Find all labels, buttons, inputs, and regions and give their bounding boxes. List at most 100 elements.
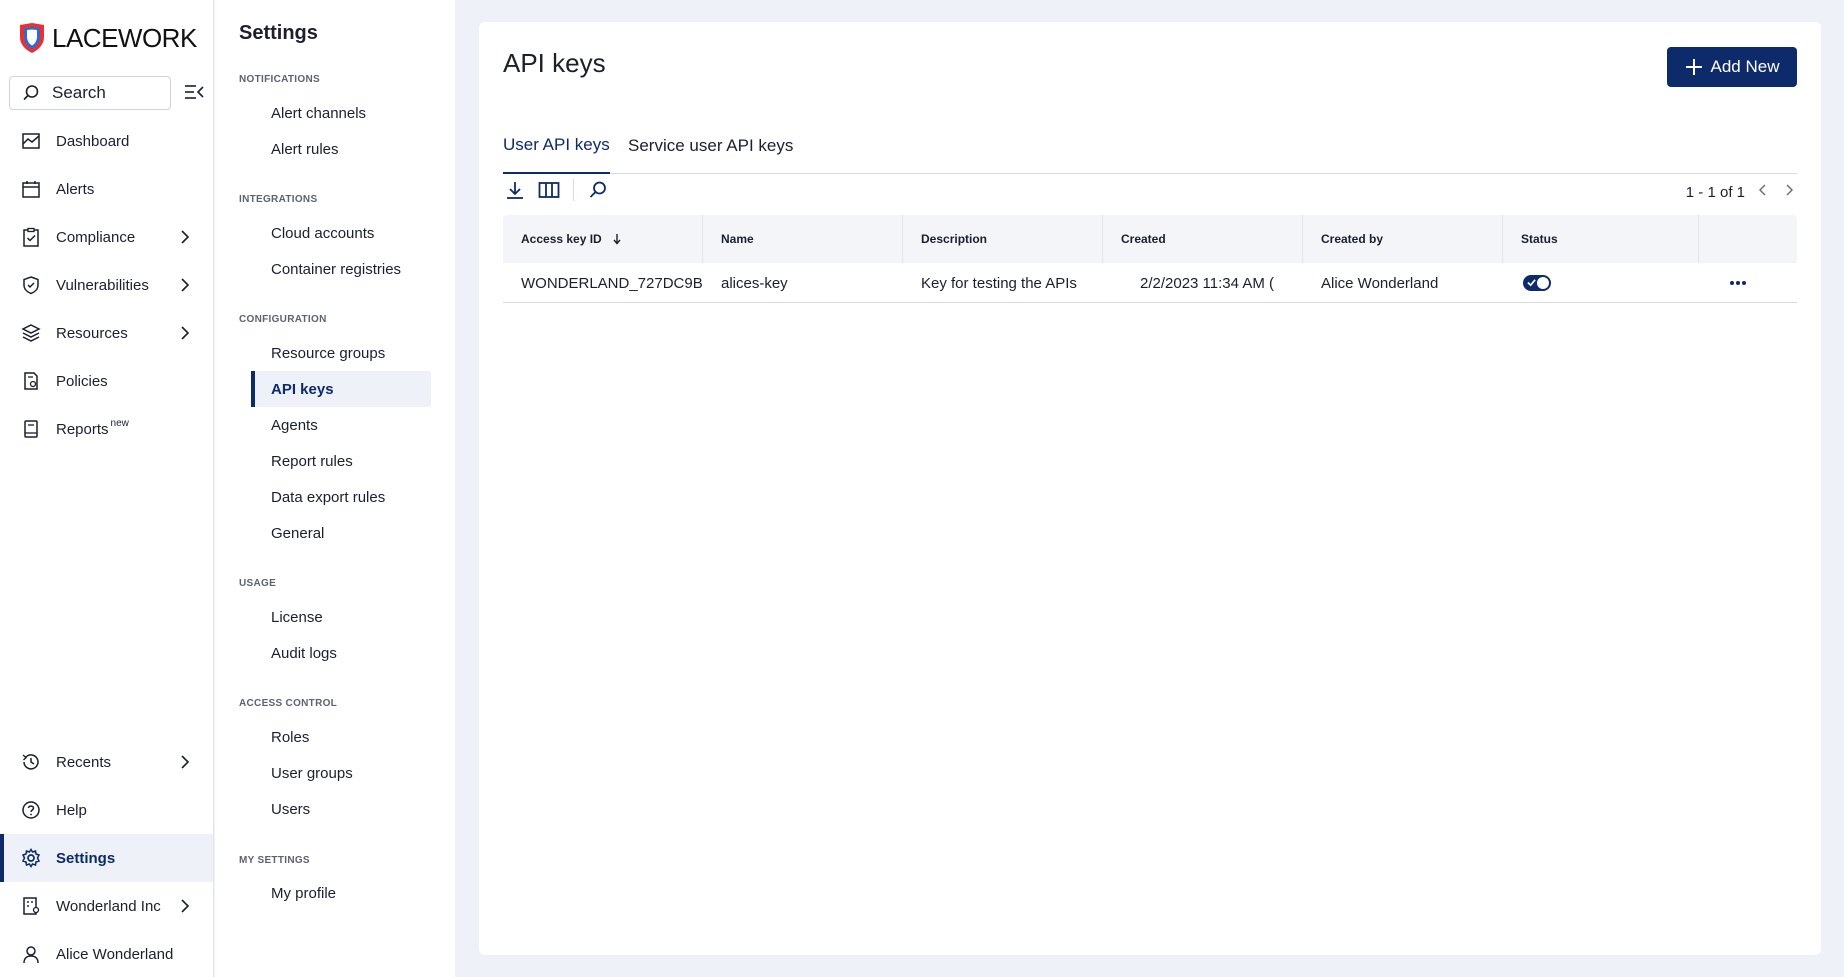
column-name[interactable]: Name	[703, 215, 903, 263]
column-created[interactable]: Created	[1103, 215, 1303, 263]
tab-bar: User API keys Service user API keys	[503, 117, 1797, 174]
clipboard-check-icon	[20, 226, 42, 248]
menu-api-keys[interactable]: API keys	[251, 371, 431, 407]
settings-menu: Settings NOTIFICATIONS Alert channels Al…	[215, 0, 455, 977]
menu-report-rules[interactable]: Report rules	[251, 443, 431, 479]
more-horizontal-icon	[1730, 281, 1746, 285]
search-icon	[589, 181, 606, 198]
add-new-label: Add New	[1710, 57, 1780, 76]
column-description[interactable]: Description	[903, 215, 1103, 263]
section-access-control: ACCESS CONTROL	[239, 698, 338, 709]
status-toggle[interactable]	[1523, 275, 1551, 291]
menu-data-export-rules[interactable]: Data export rules	[251, 479, 431, 515]
cell-description: Key for testing the APIs	[921, 274, 1077, 292]
nav-help-label: Help	[56, 801, 87, 819]
sort-descending-icon	[613, 234, 621, 245]
menu-cloud-accounts[interactable]: Cloud accounts	[251, 215, 431, 251]
menu-users[interactable]: Users	[251, 791, 431, 827]
nav-user[interactable]: Alice Wonderland	[0, 930, 213, 977]
lacework-logo[interactable]: LACEWORK	[18, 20, 197, 56]
nav-user-label: Alice Wonderland	[56, 945, 174, 963]
nav-dashboard-label: Dashboard	[56, 132, 130, 150]
pagination-range: 1 - 1 of 1	[1685, 183, 1745, 201]
api-keys-panel: API keys Add New User API keys Service u…	[479, 22, 1821, 955]
tab-service-user-api-keys[interactable]: Service user API keys	[628, 117, 793, 174]
menu-license[interactable]: License	[251, 599, 431, 635]
nav-alerts[interactable]: Alerts	[0, 165, 213, 213]
row-actions-button[interactable]	[1699, 263, 1797, 303]
menu-roles[interactable]: Roles	[251, 719, 431, 755]
section-usage: USAGE	[239, 578, 277, 589]
columns-button[interactable]	[537, 178, 561, 202]
table-toolbar	[503, 172, 610, 208]
toolbar-divider	[573, 179, 574, 201]
nav-reports-label: Reports	[56, 420, 109, 438]
nav-reports-label-wrap: Reports new	[56, 418, 213, 438]
brand-name: LACEWORK	[52, 22, 197, 53]
nav-compliance-label: Compliance	[56, 228, 136, 246]
next-page-button[interactable]	[1781, 182, 1797, 202]
menu-user-groups[interactable]: User groups	[251, 755, 431, 791]
nav-settings-label: Settings	[56, 849, 116, 867]
nav-vulnerabilities[interactable]: Vulnerabilities	[0, 261, 213, 309]
column-access-key-id[interactable]: Access key ID	[503, 215, 703, 263]
primary-nav: LACEWORK Search Dashboard Alerts Complia…	[0, 0, 214, 977]
collapse-nav-button[interactable]	[184, 82, 206, 104]
nav-organization-label: Wonderland Inc	[56, 897, 161, 915]
gear-icon	[20, 847, 42, 869]
toggle-knob	[1537, 277, 1549, 289]
menu-alert-rules[interactable]: Alert rules	[251, 131, 431, 167]
menu-agents[interactable]: Agents	[251, 407, 431, 443]
cell-access-key-id: WONDERLAND_727DC9B	[521, 274, 703, 292]
api-keys-table: Access key ID Name Description Created C…	[503, 215, 1797, 303]
menu-container-registries[interactable]: Container registries	[251, 251, 431, 287]
check-icon	[1527, 279, 1536, 287]
menu-audit-logs[interactable]: Audit logs	[251, 635, 431, 671]
download-button[interactable]	[503, 178, 527, 202]
nav-policies-label: Policies	[56, 372, 108, 390]
pagination: 1 - 1 of 1	[1686, 182, 1797, 202]
nav-help[interactable]: Help	[0, 786, 213, 834]
nav-recents[interactable]: Recents	[0, 738, 213, 786]
download-icon	[507, 182, 523, 199]
columns-icon	[538, 182, 560, 198]
nav-reports[interactable]: Reports new	[0, 405, 213, 453]
menu-resource-groups[interactable]: Resource groups	[251, 335, 431, 371]
collapse-menu-icon	[185, 85, 204, 99]
search-icon	[23, 85, 39, 101]
chevron-right-icon	[175, 278, 195, 292]
shield-check-icon	[20, 274, 42, 296]
add-new-button[interactable]: Add New	[1667, 47, 1797, 87]
nav-dashboard[interactable]: Dashboard	[0, 117, 213, 165]
table-search-button[interactable]	[586, 178, 610, 202]
prev-page-button[interactable]	[1755, 182, 1771, 202]
nav-policies[interactable]: Policies	[0, 357, 213, 405]
chevron-right-icon	[175, 755, 195, 769]
menu-general[interactable]: General	[251, 515, 431, 551]
section-integrations: INTEGRATIONS	[239, 194, 318, 205]
table-row[interactable]: WONDERLAND_727DC9B alices-key Key for te…	[503, 263, 1797, 303]
settings-title: Settings	[239, 22, 318, 44]
nav-compliance[interactable]: Compliance	[0, 213, 213, 261]
nav-resources-label: Resources	[56, 324, 128, 342]
nav-settings[interactable]: Settings	[0, 834, 213, 882]
menu-my-profile[interactable]: My profile	[251, 875, 431, 911]
column-created-by[interactable]: Created by	[1303, 215, 1503, 263]
chevron-right-icon	[1786, 184, 1794, 196]
menu-alert-channels[interactable]: Alert channels	[251, 95, 431, 131]
nav-search[interactable]: Search	[9, 76, 171, 110]
tab-user-api-keys[interactable]: User API keys	[503, 117, 610, 174]
column-status[interactable]: Status	[1503, 215, 1699, 263]
nav-vulnerabilities-label: Vulnerabilities	[56, 276, 149, 294]
cell-name: alices-key	[721, 274, 788, 292]
cell-created-by: Alice Wonderland	[1321, 274, 1439, 292]
layers-icon	[20, 322, 42, 344]
help-circle-icon	[20, 799, 42, 821]
section-notifications: NOTIFICATIONS	[239, 74, 320, 85]
nav-resources[interactable]: Resources	[0, 309, 213, 357]
organization-icon	[20, 895, 42, 917]
main-content: API keys Add New User API keys Service u…	[455, 0, 1844, 977]
report-book-icon	[20, 418, 42, 440]
chevron-right-icon	[175, 899, 195, 913]
nav-organization[interactable]: Wonderland Inc	[0, 882, 213, 930]
